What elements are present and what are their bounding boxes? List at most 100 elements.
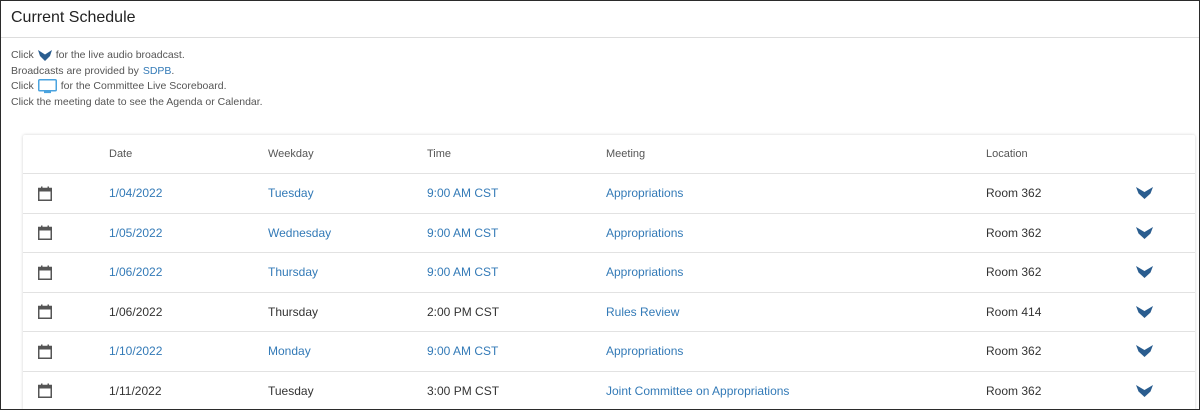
meeting-time: 9:00 AM CST bbox=[427, 186, 499, 201]
location-cell: Room 362 bbox=[986, 252, 1136, 293]
meeting-location: Room 362 bbox=[986, 344, 1042, 359]
meeting-location: Room 414 bbox=[986, 304, 1042, 319]
location-cell: Room 362 bbox=[986, 173, 1136, 214]
page-title: Current Schedule bbox=[11, 9, 136, 26]
location-cell: Room 414 bbox=[986, 292, 1136, 332]
schedule-table: Date Weekday Time Meeting Location 1/04/… bbox=[23, 135, 1195, 409]
meeting-link[interactable]: Appropriations bbox=[606, 186, 683, 200]
table-row: 1/10/2022 Monday 9:00 AM CST Appropriati… bbox=[23, 331, 1195, 372]
instruction-text: Click the meeting date to see the Agenda… bbox=[11, 95, 263, 108]
meeting-time: 9:00 AM CST bbox=[427, 344, 499, 359]
meeting-location: Room 362 bbox=[986, 383, 1042, 398]
meeting-link[interactable]: Appropriations bbox=[606, 226, 683, 240]
instruction-audio: Click for the live audio broadcast. bbox=[11, 48, 263, 64]
weekday-cell: Tuesday bbox=[268, 173, 427, 214]
instruction-text: Broadcasts are provided by bbox=[11, 64, 139, 77]
table-row: 1/11/2022 Tuesday 3:00 PM CST Joint Comm… bbox=[23, 371, 1195, 409]
audio-broadcast-icon bbox=[37, 50, 52, 62]
calendar-cell bbox=[23, 252, 109, 293]
calendar-icon[interactable] bbox=[38, 225, 52, 241]
meeting-location: Room 362 bbox=[986, 225, 1042, 240]
meeting-weekday: Monday bbox=[268, 344, 311, 359]
meeting-location: Room 362 bbox=[986, 265, 1042, 280]
date-cell: 1/11/2022 bbox=[109, 371, 268, 409]
header-meeting: Meeting bbox=[606, 135, 986, 174]
audio-broadcast-icon[interactable] bbox=[1136, 226, 1153, 239]
location-cell: Room 362 bbox=[986, 331, 1136, 372]
meeting-time: 3:00 PM CST bbox=[427, 383, 500, 398]
audio-cell bbox=[1136, 292, 1195, 332]
weekday-cell: Thursday bbox=[268, 292, 427, 332]
meeting-cell: Appropriations bbox=[606, 252, 986, 293]
title-divider bbox=[1, 37, 1199, 38]
sdpb-link[interactable]: SDPB bbox=[143, 64, 172, 80]
schedule-table-container: Date Weekday Time Meeting Location 1/04/… bbox=[23, 135, 1195, 409]
weekday-cell: Monday bbox=[268, 331, 427, 372]
table-row: 1/06/2022 Thursday 9:00 AM CST Appropria… bbox=[23, 252, 1195, 293]
table-header-row: Date Weekday Time Meeting Location bbox=[23, 135, 1195, 174]
meeting-cell: Appropriations bbox=[606, 213, 986, 253]
header-weekday: Weekday bbox=[268, 135, 427, 174]
meeting-date[interactable]: 1/06/2022 bbox=[109, 265, 162, 279]
calendar-cell bbox=[23, 292, 109, 332]
meeting-location: Room 362 bbox=[986, 186, 1042, 201]
meeting-link[interactable]: Rules Review bbox=[606, 305, 679, 319]
schedule-panel: Current Schedule Click for the live audi… bbox=[0, 0, 1200, 410]
instruction-provider: Broadcasts are provided by SDPB . bbox=[11, 64, 263, 80]
meeting-date[interactable]: 1/11/2022 bbox=[109, 384, 162, 398]
weekday-cell: Thursday bbox=[268, 252, 427, 293]
instruction-text: Click bbox=[11, 49, 34, 61]
meeting-link[interactable]: Appropriations bbox=[606, 344, 683, 358]
instruction-agenda: Click the meeting date to see the Agenda… bbox=[11, 95, 263, 111]
audio-broadcast-icon[interactable] bbox=[1136, 305, 1153, 318]
instruction-text: Click bbox=[11, 80, 34, 92]
meeting-time: 9:00 AM CST bbox=[427, 265, 499, 280]
location-cell: Room 362 bbox=[986, 371, 1136, 409]
calendar-icon[interactable] bbox=[38, 383, 52, 399]
header-audio bbox=[1136, 135, 1195, 174]
audio-broadcast-icon[interactable] bbox=[1136, 384, 1153, 397]
meeting-weekday: Wednesday bbox=[268, 225, 332, 240]
audio-broadcast-icon[interactable] bbox=[1136, 345, 1153, 358]
calendar-cell bbox=[23, 213, 109, 253]
audio-broadcast-icon[interactable] bbox=[1136, 187, 1153, 200]
meeting-time: 2:00 PM CST bbox=[427, 304, 500, 319]
calendar-icon[interactable] bbox=[38, 304, 52, 320]
meeting-weekday: Tuesday bbox=[268, 186, 314, 201]
audio-broadcast-icon[interactable] bbox=[1136, 266, 1153, 279]
location-cell: Room 362 bbox=[986, 213, 1136, 253]
time-cell: 2:00 PM CST bbox=[427, 292, 606, 332]
date-cell: 1/06/2022 bbox=[109, 252, 268, 293]
weekday-cell: Wednesday bbox=[268, 213, 427, 253]
time-cell: 9:00 AM CST bbox=[427, 213, 606, 253]
calendar-cell bbox=[23, 331, 109, 372]
calendar-icon[interactable] bbox=[38, 186, 52, 201]
meeting-link[interactable]: Joint Committee on Appropriations bbox=[606, 384, 789, 398]
meeting-cell: Rules Review bbox=[606, 292, 986, 332]
header-icon bbox=[23, 135, 109, 174]
calendar-icon[interactable] bbox=[38, 344, 52, 359]
calendar-icon[interactable] bbox=[38, 265, 52, 280]
instruction-text: for the Committee Live Scoreboard. bbox=[60, 80, 227, 92]
meeting-link[interactable]: Appropriations bbox=[606, 265, 683, 279]
meeting-cell: Joint Committee on Appropriations bbox=[606, 371, 986, 409]
meeting-cell: Appropriations bbox=[606, 173, 986, 214]
header-time: Time bbox=[427, 135, 606, 174]
audio-cell bbox=[1136, 331, 1195, 372]
meeting-date[interactable]: 1/10/2022 bbox=[109, 344, 162, 358]
instruction-text: for the live audio broadcast. bbox=[55, 49, 185, 61]
meeting-date[interactable]: 1/04/2022 bbox=[109, 186, 162, 200]
table-row: 1/06/2022 Thursday 2:00 PM CST Rules Rev… bbox=[23, 292, 1195, 332]
time-cell: 9:00 AM CST bbox=[427, 331, 606, 372]
table-row: 1/04/2022 Tuesday 9:00 AM CST Appropriat… bbox=[23, 173, 1195, 214]
weekday-cell: Tuesday bbox=[268, 371, 427, 409]
header-location: Location bbox=[986, 135, 1136, 174]
meeting-date[interactable]: 1/05/2022 bbox=[109, 226, 162, 240]
date-cell: 1/05/2022 bbox=[109, 213, 268, 253]
time-cell: 9:00 AM CST bbox=[427, 173, 606, 214]
meeting-cell: Appropriations bbox=[606, 331, 986, 372]
audio-cell bbox=[1136, 252, 1195, 293]
meeting-date[interactable]: 1/06/2022 bbox=[109, 305, 162, 319]
audio-cell bbox=[1136, 371, 1195, 409]
time-cell: 9:00 AM CST bbox=[427, 252, 606, 293]
